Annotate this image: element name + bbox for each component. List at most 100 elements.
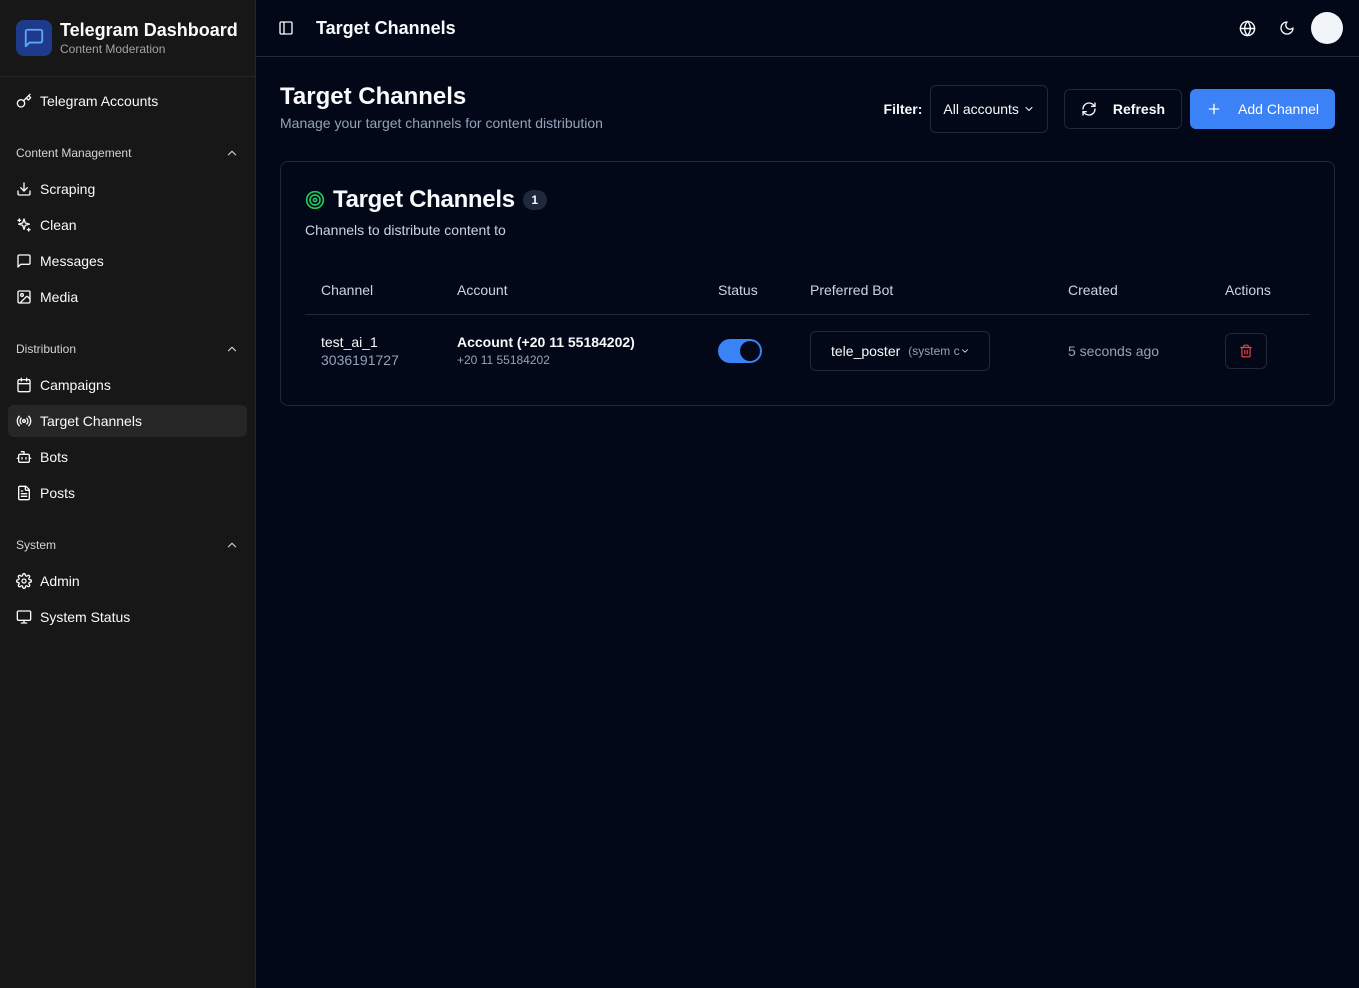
message-square-icon xyxy=(16,20,52,56)
sidebar-item-label: Target Channels xyxy=(40,413,142,429)
table-header-row: Channel Account Status Preferred Bot Cre… xyxy=(305,266,1310,315)
add-channel-label: Add Channel xyxy=(1238,101,1319,117)
sidebar-nav: Telegram Accounts Content Management Scr… xyxy=(0,77,255,645)
sidebar-item-label: Messages xyxy=(40,253,104,269)
group-label: Distribution xyxy=(16,342,77,356)
bot-icon xyxy=(16,451,32,463)
refresh-icon xyxy=(1082,102,1096,116)
status-cell xyxy=(702,314,794,387)
preferred-bot-select[interactable]: tele_poster (system c xyxy=(810,330,990,371)
group-label: System xyxy=(16,538,57,552)
sidebar-item-label: Media xyxy=(40,289,79,305)
channel-cell: test_ai_1 3036191727 xyxy=(305,314,441,387)
actions-cell xyxy=(1209,314,1310,387)
account-cell: Account (+20 11 55184202) +20 11 5518420… xyxy=(441,314,702,387)
download-icon xyxy=(17,182,31,196)
group-header-distribution[interactable]: Distribution xyxy=(8,333,247,365)
sidebar-item-label: Scraping xyxy=(40,181,96,197)
radio-icon xyxy=(16,415,32,427)
table-row: test_ai_1 3036191727 Account (+20 11 551… xyxy=(305,314,1310,387)
topbar-actions xyxy=(1227,8,1343,48)
status-toggle[interactable] xyxy=(718,338,762,363)
settings-icon xyxy=(16,573,32,589)
sidebar-item-clean[interactable]: Clean xyxy=(8,209,247,241)
target-channels-card: Target Channels 1 Channels to distribute… xyxy=(280,161,1335,406)
trash-icon xyxy=(1240,344,1252,357)
page-actions: Filter: All accounts Refresh Add Channel xyxy=(884,85,1335,133)
column-header-actions: Actions xyxy=(1209,266,1310,315)
card-subtitle: Channels to distribute content to xyxy=(305,222,506,238)
created-cell: 5 seconds ago xyxy=(1068,342,1160,359)
page-header: Target Channels Manage your target chann… xyxy=(280,81,1335,161)
sidebar-item-bots[interactable]: Bots xyxy=(8,441,247,473)
sidebar-item-label: Admin xyxy=(40,573,80,589)
target-icon xyxy=(305,190,325,210)
moon-icon xyxy=(1280,21,1294,35)
delete-button[interactable] xyxy=(1225,332,1267,369)
column-header-status: Status xyxy=(702,266,794,315)
brand-header[interactable]: Telegram Dashboard Content Moderation xyxy=(0,0,255,77)
chevron-down-icon xyxy=(961,348,968,353)
page-subtitle: Manage your target channels for content … xyxy=(280,115,603,131)
sidebar-item-label: System Status xyxy=(40,609,131,625)
add-channel-button[interactable]: Add Channel xyxy=(1190,89,1335,129)
sidebar-item-label: Campaigns xyxy=(40,377,111,393)
channel-id: 3036191727 xyxy=(321,351,399,368)
message-square-icon xyxy=(17,254,31,268)
theme-toggle-button[interactable] xyxy=(1267,8,1307,48)
sidebar-item-campaigns[interactable]: Campaigns xyxy=(8,369,247,401)
sidebar: Telegram Dashboard Content Moderation Te… xyxy=(0,0,256,988)
panel-left-icon xyxy=(279,21,293,35)
sidebar-toggle-button[interactable] xyxy=(278,20,294,36)
sidebar-item-label: Posts xyxy=(40,485,76,501)
sidebar-item-label: Clean xyxy=(40,217,77,233)
channels-table: Channel Account Status Preferred Bot Cre… xyxy=(305,266,1310,387)
column-header-channel: Channel xyxy=(305,266,441,315)
sidebar-item-scraping[interactable]: Scraping xyxy=(8,173,247,205)
group-header-content-management[interactable]: Content Management xyxy=(8,137,247,169)
image-icon xyxy=(17,290,31,304)
card-header: Target Channels 1 xyxy=(305,186,1310,214)
calendar-icon xyxy=(17,377,31,393)
column-header-preferred-bot: Preferred Bot xyxy=(794,266,1052,315)
card-title: Target Channels xyxy=(333,186,515,213)
main-content: Target Channels Manage your target chann… xyxy=(256,57,1359,988)
sidebar-item-label: Bots xyxy=(40,449,69,465)
topbar: Target Channels xyxy=(256,0,1359,57)
brand-title: Telegram Dashboard xyxy=(60,20,238,40)
sidebar-item-media[interactable]: Media xyxy=(8,281,247,313)
chevron-up-icon xyxy=(227,542,237,548)
refresh-label: Refresh xyxy=(1112,101,1166,117)
sidebar-item-system-status[interactable]: System Status xyxy=(8,601,247,633)
preferred-bot-cell: tele_poster (system c xyxy=(794,314,1052,387)
sidebar-item-messages[interactable]: Messages xyxy=(8,245,247,277)
account-phone: +20 11 55184202 xyxy=(457,353,550,367)
account-name: Account (+20 11 55184202) xyxy=(457,334,635,350)
file-text-icon xyxy=(18,485,30,501)
chevron-up-icon xyxy=(227,346,237,352)
sidebar-item-target-channels[interactable]: Target Channels xyxy=(8,405,247,437)
sidebar-item-admin[interactable]: Admin xyxy=(8,565,247,597)
chevron-up-icon xyxy=(227,150,237,156)
sidebar-item-telegram-accounts[interactable]: Telegram Accounts xyxy=(8,85,247,117)
brand-subtitle: Content Moderation xyxy=(60,42,166,56)
page-title: Target Channels xyxy=(280,83,467,110)
refresh-button[interactable]: Refresh xyxy=(1063,89,1183,129)
language-button[interactable] xyxy=(1227,8,1267,48)
group-label: Content Management xyxy=(16,146,132,160)
count-badge: 1 xyxy=(522,190,547,210)
account-filter-value: All accounts xyxy=(943,101,1019,117)
toggle-knob xyxy=(740,340,760,361)
column-header-account: Account xyxy=(441,266,702,315)
key-icon xyxy=(16,93,32,108)
filter-label: Filter: xyxy=(883,101,923,117)
avatar[interactable] xyxy=(1311,12,1343,44)
account-filter-select[interactable]: All accounts xyxy=(930,85,1048,133)
sidebar-item-label: Telegram Accounts xyxy=(40,93,159,109)
bot-name: tele_poster xyxy=(831,342,901,359)
group-header-system[interactable]: System xyxy=(8,529,247,561)
plus-icon xyxy=(1208,103,1220,115)
topbar-title: Target Channels xyxy=(316,17,456,38)
globe-icon xyxy=(1239,20,1255,36)
sidebar-item-posts[interactable]: Posts xyxy=(8,477,247,509)
